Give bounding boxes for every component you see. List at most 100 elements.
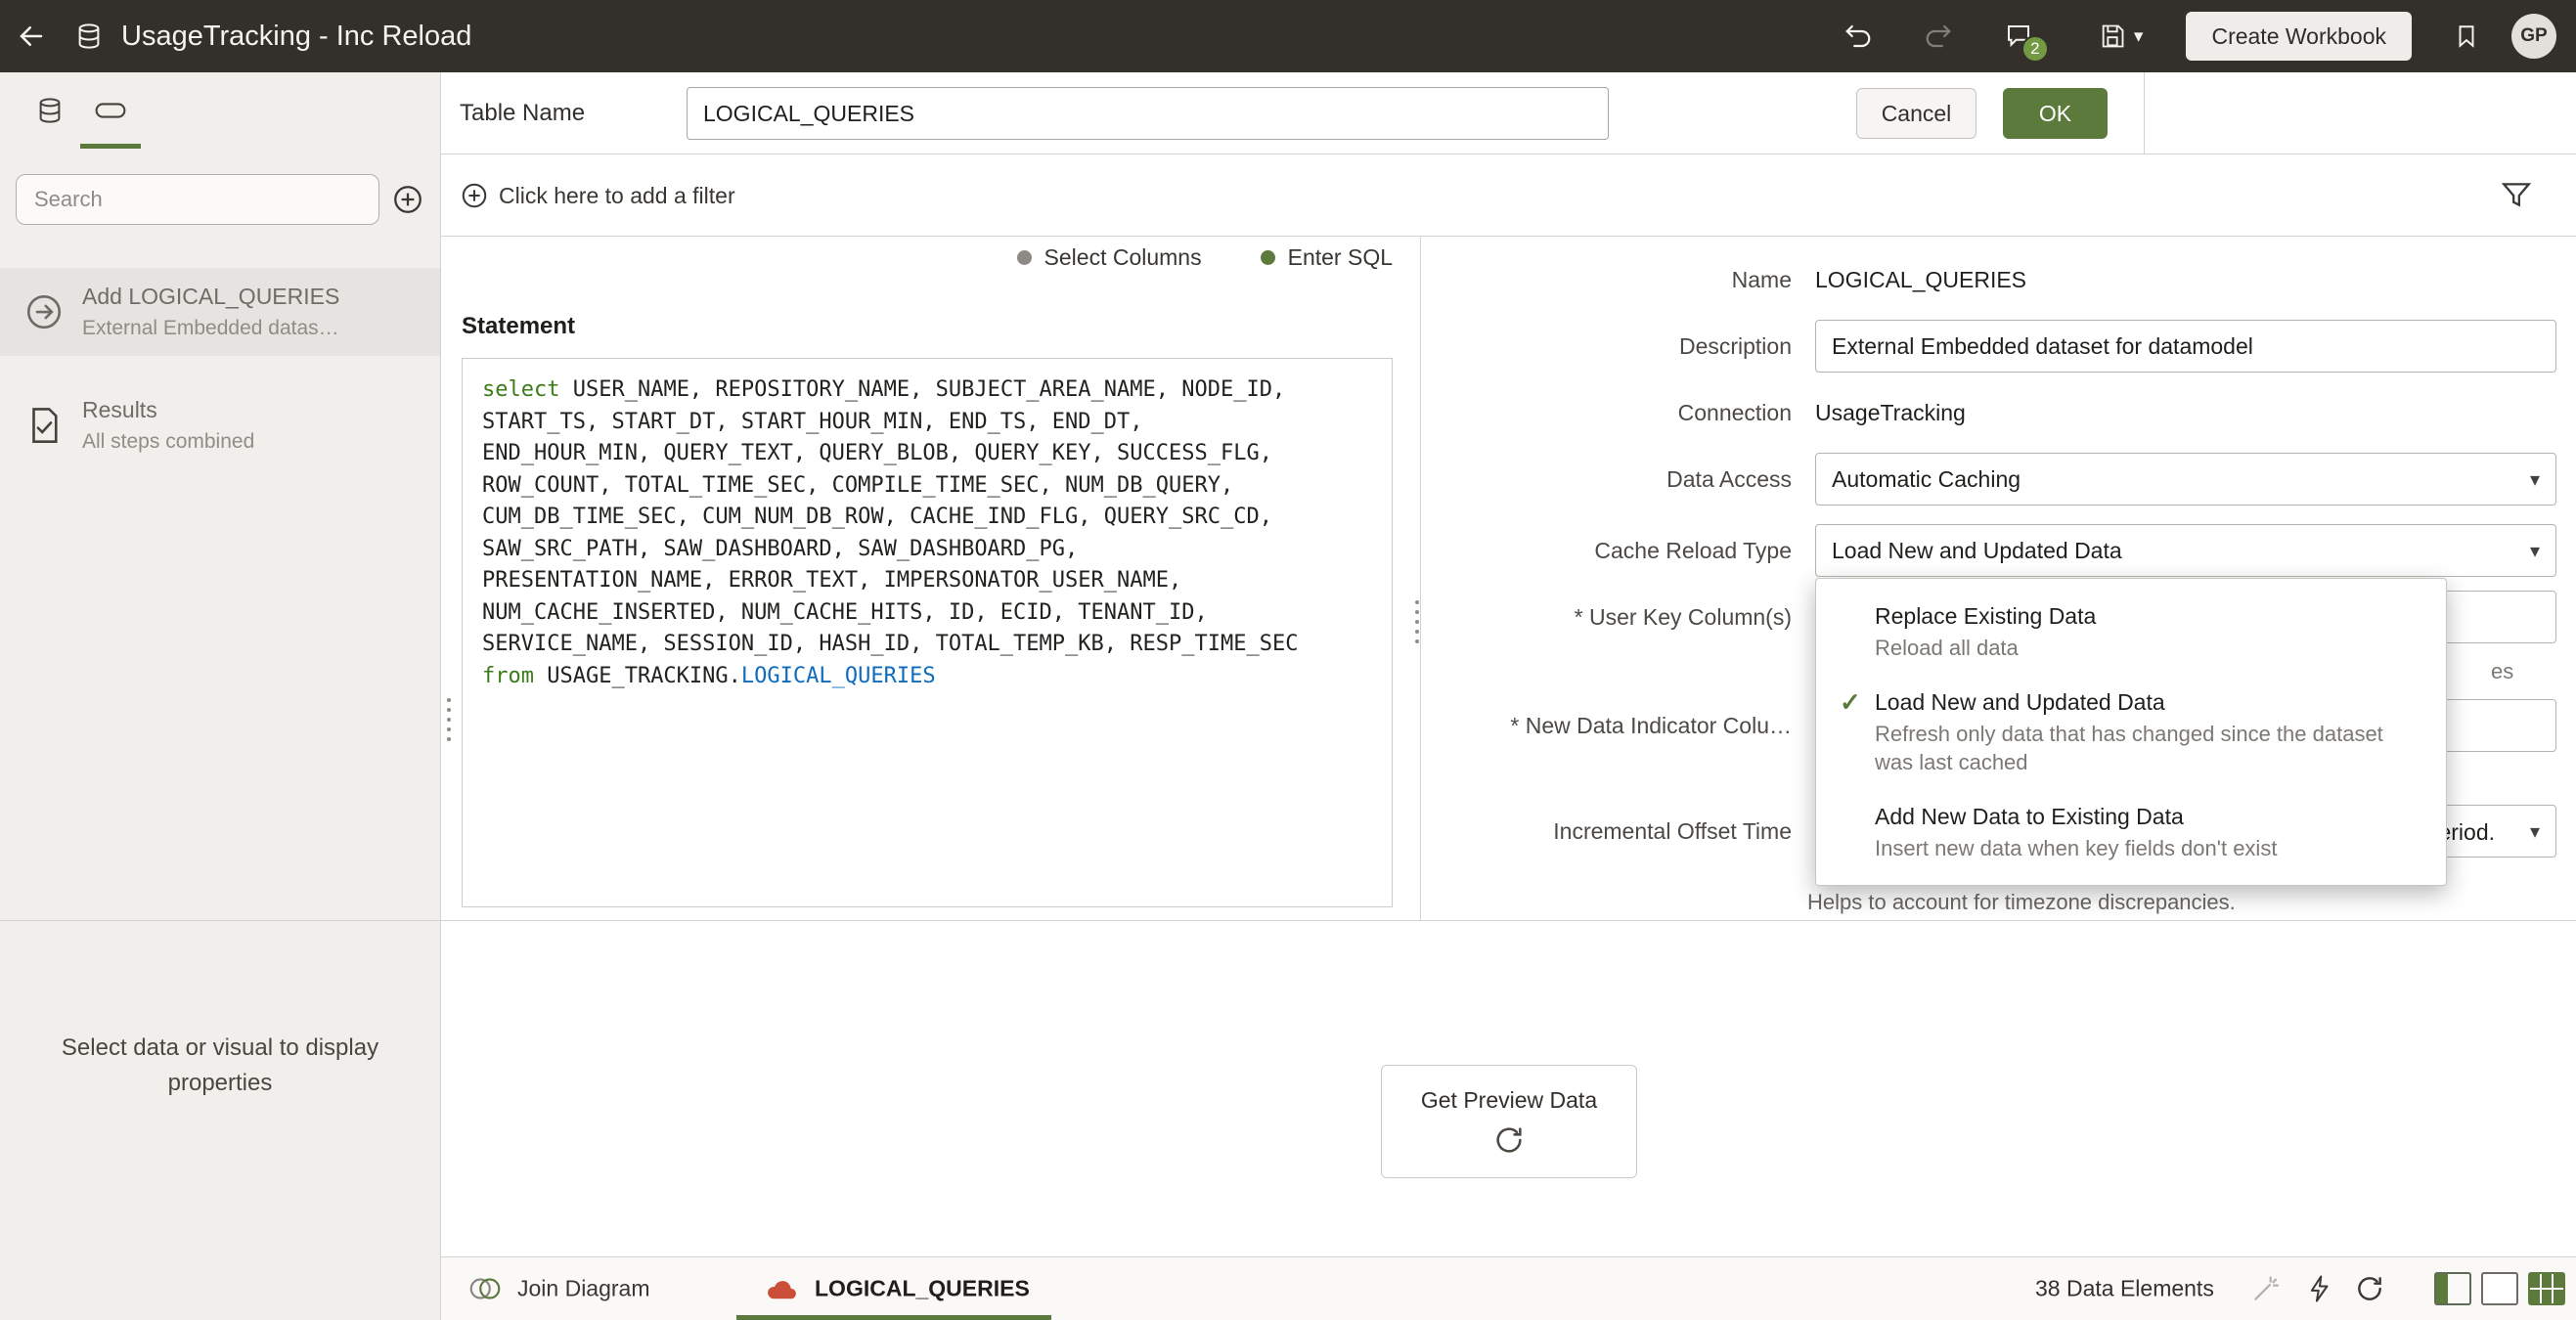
sql-editor[interactable]: select USER_NAME, REPOSITORY_NAME, SUBJE…	[462, 358, 1393, 907]
canvas-view-icon[interactable]	[2481, 1272, 2518, 1305]
table-name-label: Table Name	[460, 72, 585, 154]
sql-code-line: END_HOUR_MIN, QUERY_TEXT, QUERY_BLOB, QU…	[482, 438, 1372, 470]
search-input[interactable]	[16, 174, 379, 225]
dropdown-option-title: Add New Data to Existing Data	[1875, 802, 2277, 831]
name-label: Name	[1443, 267, 1792, 293]
add-filter-label: Click here to add a filter	[499, 183, 735, 209]
sql-code-line: START_TS, START_DT, START_HOUR_MIN, END_…	[482, 407, 1372, 439]
sql-code-line: from USAGE_TRACKING.LOGICAL_QUERIES	[482, 661, 1372, 693]
plus-circle-icon	[391, 183, 424, 216]
caret-down-icon: ▾	[2530, 467, 2540, 492]
cache-reload-dropdown: Replace Existing DataReload all data✓Loa…	[1815, 578, 2447, 886]
table-tab[interactable]: LOGICAL_QUERIES	[815, 1276, 1030, 1302]
notifications-button[interactable]: 2	[1997, 15, 2040, 58]
split-view-icon[interactable]	[2434, 1272, 2471, 1305]
pane-resize-handle[interactable]	[1415, 600, 1419, 643]
filter-bar: Click here to add a filter	[441, 154, 2576, 237]
bookmark-button[interactable]	[2445, 15, 2488, 58]
statement-heading: Statement	[462, 313, 575, 340]
refresh-icon[interactable]	[2354, 1273, 2385, 1304]
app-window: UsageTracking - Inc Reload 2 ▾ Create Wo…	[0, 0, 2576, 1320]
bookmark-icon	[2454, 23, 2479, 49]
dropdown-option-desc: Reload all data	[1875, 634, 2096, 662]
join-diagram-tab[interactable]: Join Diagram	[517, 1276, 650, 1302]
top-bar: UsageTracking - Inc Reload 2 ▾ Create Wo…	[0, 0, 2576, 72]
data-access-value: Automatic Caching	[1832, 466, 2021, 493]
mode-enter-sql-label: Enter SQL	[1288, 244, 1393, 271]
join-diagram-icon	[466, 1273, 504, 1304]
caret-down-icon: ▾	[2530, 539, 2540, 563]
sql-code-line: select USER_NAME, REPOSITORY_NAME, SUBJE…	[482, 374, 1372, 407]
sql-code-line: NUM_CACHE_INSERTED, NUM_CACHE_HITS, ID, …	[482, 597, 1372, 630]
grid-view-icon[interactable]	[2528, 1272, 2565, 1305]
refresh-icon	[1492, 1123, 1526, 1157]
content-divider	[441, 920, 2576, 921]
funnel-icon	[2500, 178, 2533, 211]
connection-label: Connection	[1443, 400, 1792, 426]
step-subtitle: External Embedded datas…	[82, 317, 339, 340]
redo-button[interactable]	[1917, 15, 1960, 58]
tab-steps[interactable]	[80, 72, 141, 149]
caret-down-icon: ▾	[2530, 819, 2540, 844]
filter-options-button[interactable]	[2500, 178, 2533, 211]
get-preview-data-button[interactable]: Get Preview Data	[1381, 1065, 1637, 1178]
sql-code-line: SERVICE_NAME, SESSION_ID, HASH_ID, TOTAL…	[482, 629, 1372, 661]
mode-select-columns-label: Select Columns	[1044, 244, 1202, 271]
lightning-icon[interactable]	[2305, 1274, 2334, 1303]
transform-icon	[94, 96, 127, 125]
document-check-icon	[23, 405, 65, 446]
step-subtitle: All steps combined	[82, 430, 254, 454]
new-data-indicator-label: * New Data Indicator Colu…	[1443, 713, 1792, 739]
main-area: Table Name Cancel OK Click here to add a…	[441, 72, 2576, 1320]
sidebar-resize-handle[interactable]	[447, 698, 451, 741]
database-icon	[35, 96, 65, 125]
magic-wand-icon[interactable]	[2250, 1273, 2282, 1304]
add-step-button[interactable]	[391, 183, 424, 216]
cache-reload-value: Load New and Updated Data	[1832, 538, 2122, 564]
get-preview-data-label: Get Preview Data	[1421, 1087, 1597, 1114]
dropdown-option[interactable]: Replace Existing Data Reload all data	[1816, 589, 2446, 675]
pane-divider[interactable]	[1420, 237, 1421, 920]
back-button[interactable]	[10, 15, 53, 58]
user-key-label: * User Key Column(s)	[1443, 604, 1792, 631]
dropdown-option[interactable]: ✓Load New and Updated DataRefresh only d…	[1816, 675, 2446, 789]
data-elements-count: 38 Data Elements	[2035, 1276, 2214, 1302]
mode-enter-sql[interactable]: Enter SQL	[1261, 244, 1393, 271]
dropdown-option-title: Replace Existing Data	[1875, 601, 2096, 631]
badge-count: 2	[2021, 35, 2049, 63]
data-access-label: Data Access	[1443, 466, 1792, 493]
sql-code-line: ROW_COUNT, TOTAL_TIME_SEC, COMPILE_TIME_…	[482, 470, 1372, 503]
create-workbook-button[interactable]: Create Workbook	[2186, 12, 2412, 61]
check-icon: ✓	[1832, 687, 1875, 717]
table-name-row: Table Name Cancel OK	[441, 72, 2576, 154]
step-title: Results	[82, 397, 254, 423]
external-table-icon	[764, 1274, 801, 1303]
dropdown-option[interactable]: Add New Data to Existing Data Insert new …	[1816, 789, 2446, 875]
avatar[interactable]: GP	[2511, 14, 2556, 59]
dropdown-option-title: Load New and Updated Data	[1875, 687, 2383, 717]
step-item-results[interactable]: Results All steps combined	[0, 381, 440, 469]
dropdown-option-desc: Insert new data when key fields don't ex…	[1875, 834, 2277, 862]
cancel-button[interactable]: Cancel	[1856, 88, 1976, 139]
sidebar-search	[16, 174, 424, 225]
name-value: LOGICAL_QUERIES	[1815, 267, 2026, 293]
step-item-add-table[interactable]: Add LOGICAL_QUERIES External Embedded da…	[0, 268, 440, 356]
sql-code-line: PRESENTATION_NAME, ERROR_TEXT, IMPERSONA…	[482, 565, 1372, 597]
active-tab-indicator	[736, 1315, 1051, 1320]
left-panel-tabs	[0, 72, 440, 149]
sidebar-divider	[0, 920, 440, 921]
required-marker: *	[1575, 604, 1583, 630]
back-arrow-icon	[17, 22, 46, 51]
data-access-select[interactable]: Automatic Caching ▾	[1815, 453, 2556, 506]
cache-reload-select[interactable]: Load New and Updated Data ▾	[1815, 524, 2556, 577]
add-filter-button[interactable]: Click here to add a filter	[460, 154, 735, 237]
tab-data[interactable]	[20, 72, 80, 149]
mode-select-columns[interactable]: Select Columns	[1017, 244, 1202, 271]
left-panel: Add LOGICAL_QUERIES External Embedded da…	[0, 72, 441, 1320]
undo-button[interactable]	[1837, 15, 1880, 58]
save-button[interactable]: ▾	[2095, 15, 2148, 58]
ok-button[interactable]: OK	[2003, 88, 2108, 139]
table-name-input[interactable]	[687, 87, 1609, 140]
description-input[interactable]	[1815, 320, 2556, 373]
redo-icon	[1924, 22, 1953, 51]
